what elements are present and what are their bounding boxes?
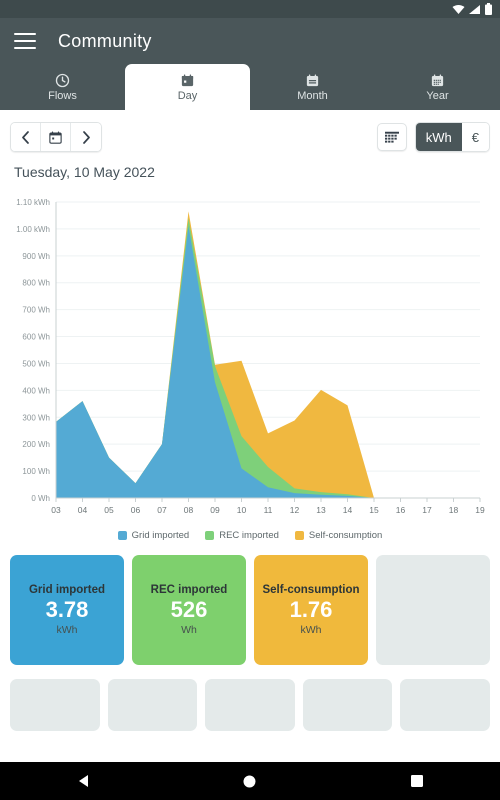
battery-icon	[485, 3, 492, 15]
placeholder-card	[205, 679, 295, 731]
chart-y-tick-label: 500 Wh	[22, 359, 50, 368]
square-recents-icon[interactable]	[333, 775, 500, 787]
chart-toolbar: kWh €	[0, 116, 500, 158]
chart-x-tick-label: 10	[237, 505, 247, 515]
selected-date-label: Tuesday, 10 May 2022	[14, 164, 155, 180]
calendar-picker-icon[interactable]	[41, 123, 71, 151]
tab-flows[interactable]: Flows	[0, 64, 125, 110]
chart-x-tick-label: 03	[51, 505, 61, 515]
chart-y-tick-label: 1.10 kWh	[16, 198, 50, 207]
legend-swatch-icon	[205, 531, 215, 540]
tab-month[interactable]: Month	[250, 64, 375, 110]
date-nav-group	[10, 122, 102, 152]
calendar-month-icon	[305, 73, 320, 88]
chart-area-self-consumption	[56, 211, 480, 498]
unit-controls: kWh €	[376, 122, 490, 152]
chart-y-tick-label: 400 Wh	[22, 386, 50, 395]
chart-y-tick-label: 0 Wh	[31, 494, 50, 503]
tab-month-label: Month	[297, 89, 328, 102]
tab-flows-label: Flows	[48, 89, 77, 102]
summary-card-empty	[376, 555, 490, 665]
wifi-icon	[452, 4, 465, 15]
prev-day-button[interactable]	[11, 123, 41, 151]
chart-x-tick-label: 19	[475, 505, 485, 515]
chart-x-tick-label: 06	[131, 505, 141, 515]
tab-year-label: Year	[426, 89, 449, 102]
summary-card-unit: Wh	[181, 624, 197, 637]
next-day-button[interactable]	[71, 123, 101, 151]
unit-toggle-group: kWh €	[414, 122, 490, 152]
chart-x-tick-label: 04	[78, 505, 88, 515]
chart-x-tick-label: 13	[316, 505, 326, 515]
android-nav-bar	[0, 762, 500, 800]
placeholder-card	[302, 679, 393, 731]
summary-card[interactable]: Self-consumption 1.76 kWh	[254, 555, 368, 665]
chart-x-tick-label: 16	[396, 505, 406, 515]
summary-cards-row: Grid imported 3.78 kWh REC imported 526 Wh Sel…	[0, 541, 500, 665]
chart-x-tick-label: 05	[104, 505, 114, 515]
summary-card-title: REC imported	[150, 583, 228, 596]
legend-swatch-icon	[117, 531, 127, 540]
legend-label: Grid imported	[131, 530, 190, 541]
legend-item[interactable]: Self-consumption	[294, 530, 383, 541]
summary-card-value: 526	[170, 596, 208, 622]
chart-y-tick-label: 100 Wh	[22, 467, 50, 476]
tab-day[interactable]: Day	[125, 64, 250, 110]
chart-y-tick-label: 600 Wh	[22, 333, 50, 342]
triangle-back-icon[interactable]	[0, 774, 167, 788]
tab-day-label: Day	[177, 89, 198, 102]
chart-y-tick-label: 300 Wh	[22, 413, 50, 422]
legend-label: Self-consumption	[308, 530, 383, 541]
clock-gauge-icon	[55, 73, 70, 88]
chart-y-tick-label: 800 Wh	[22, 279, 50, 288]
summary-card-value: 1.76	[289, 596, 333, 622]
calendar-day-icon	[180, 73, 195, 88]
signal-icon	[469, 4, 481, 15]
summary-card-unit: kWh	[56, 624, 78, 637]
summary-card-value: 3.78	[45, 596, 89, 622]
chart-y-tick-label: 200 Wh	[22, 440, 50, 449]
summary-card-unit: kWh	[300, 624, 322, 637]
chart-x-tick-label: 09	[210, 505, 220, 515]
chart-x-tick-label: 12	[290, 505, 300, 515]
chart-x-tick-label: 15	[369, 505, 379, 515]
summary-card[interactable]: Grid imported 3.78 kWh	[10, 555, 124, 665]
chart-x-tick-label: 11	[264, 505, 273, 515]
chart-y-tick-label: 1.00 kWh	[16, 225, 50, 234]
circle-home-icon[interactable]	[167, 775, 334, 788]
unit-kwh-button[interactable]: kWh	[415, 123, 462, 151]
summary-card[interactable]: REC imported 526 Wh	[132, 555, 246, 665]
legend-item[interactable]: Grid imported	[117, 530, 190, 541]
chart-canvas[interactable]: 0 Wh 100 Wh 200 Wh 300 Wh 400 Wh 500 Wh 600 Wh…	[0, 194, 492, 524]
placeholder-card	[400, 679, 490, 731]
summary-card-title: Grid imported	[28, 583, 106, 596]
page-title: Community	[58, 30, 152, 51]
chart-y-tick-label: 700 Wh	[22, 306, 50, 315]
legend-item[interactable]: REC imported	[205, 530, 279, 541]
hamburger-menu-icon[interactable]	[14, 33, 36, 49]
app-root: Community Flows Day Month Year kWh € Tue…	[0, 0, 500, 800]
chart-x-tick-label: 17	[422, 505, 432, 515]
chart-y-tick-label: 900 Wh	[22, 252, 50, 261]
chart-x-tick-label: 18	[449, 505, 459, 515]
calendar-year-icon	[430, 73, 445, 88]
chart-x-tick-label: 08	[184, 505, 194, 515]
placeholder-card	[107, 679, 198, 731]
placeholder-card	[10, 679, 100, 731]
unit-currency-button[interactable]: €	[461, 123, 489, 151]
tab-bar: Flows Day Month Year	[0, 64, 500, 110]
legend-label: REC imported	[219, 530, 279, 541]
energy-chart: 0 Wh 100 Wh 200 Wh 300 Wh 400 Wh 500 Wh 600 Wh…	[0, 180, 500, 524]
legend-swatch-icon	[294, 531, 304, 540]
chart-legend: Grid imported REC imported Self-consumptio…	[0, 530, 500, 541]
tab-year[interactable]: Year	[375, 64, 500, 110]
chart-x-tick-label: 07	[157, 505, 167, 515]
summary-card-title: Self-consumption	[262, 583, 360, 596]
android-status-bar	[0, 0, 500, 18]
placeholder-cards-row	[0, 665, 500, 731]
app-bar: Community	[0, 18, 500, 64]
table-grid-icon[interactable]	[376, 123, 407, 151]
chart-x-tick-label: 14	[343, 505, 353, 515]
